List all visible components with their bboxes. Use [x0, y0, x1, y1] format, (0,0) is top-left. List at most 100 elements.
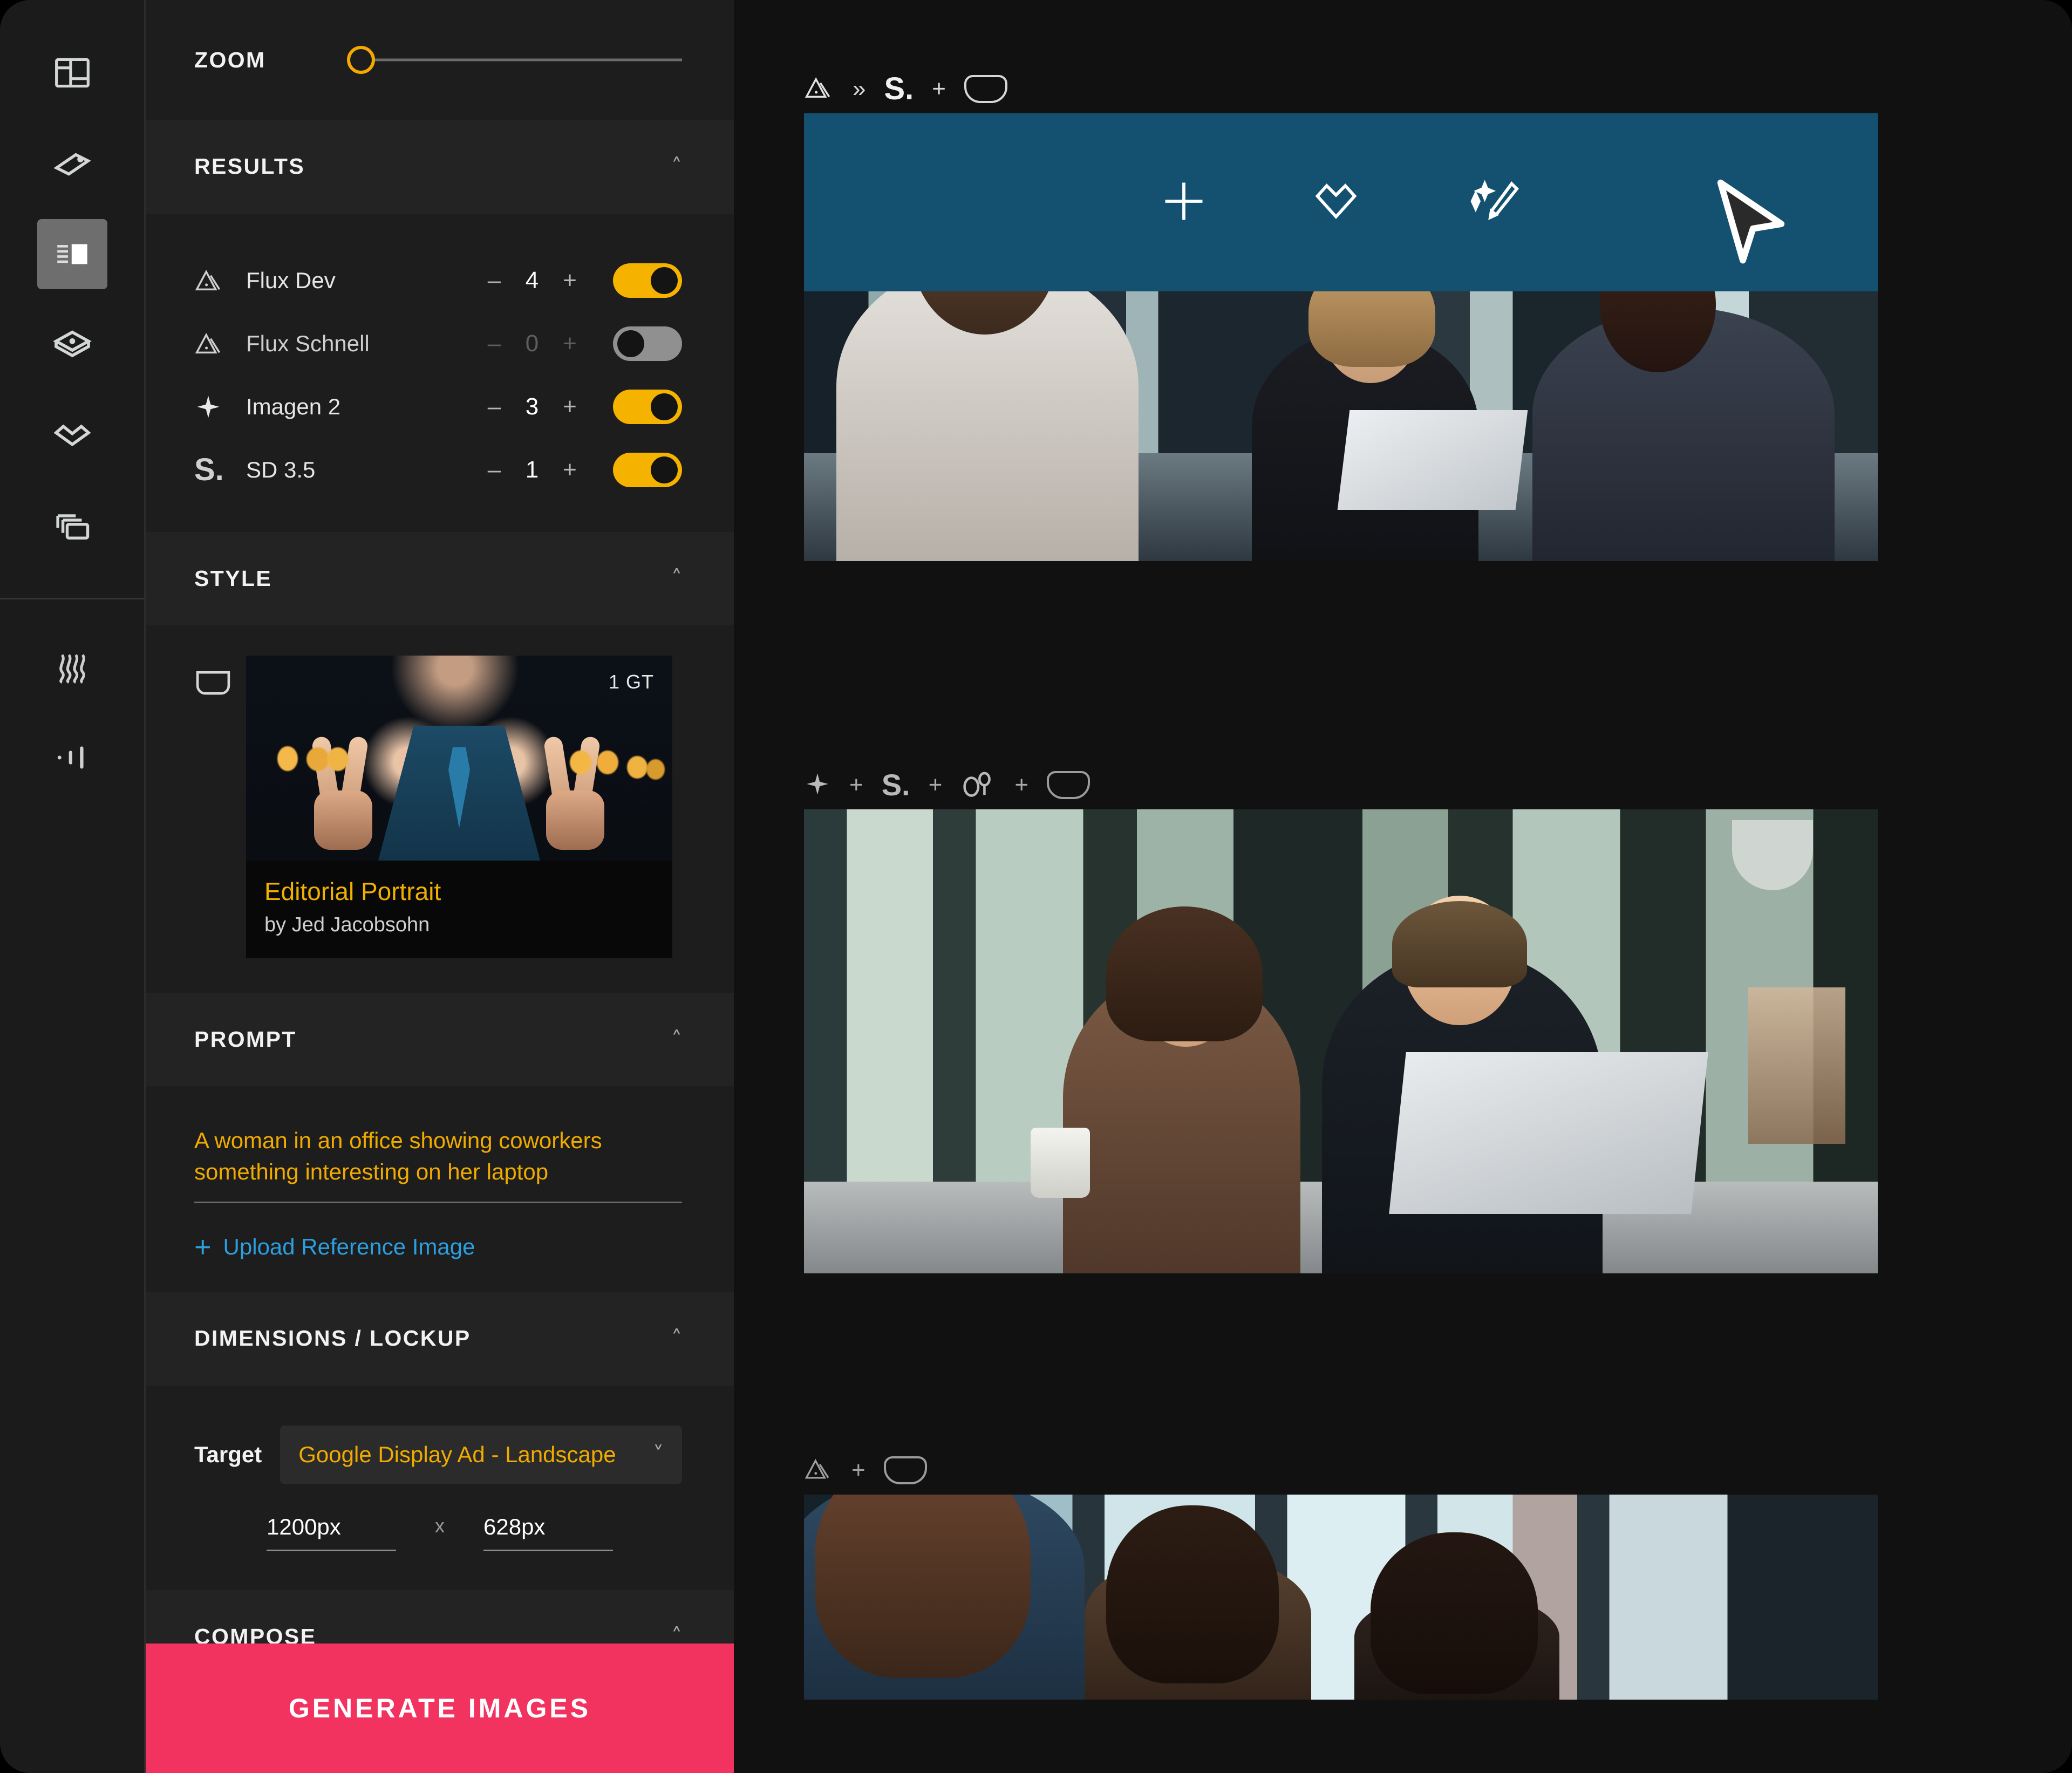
magic-wand-icon[interactable] [1463, 176, 1523, 229]
increment-button[interactable]: + [559, 456, 581, 483]
dimensions-body: Target Google Display Ad - Landscape ˅ 1… [146, 1386, 734, 1590]
chevrons-right-icon: » [853, 76, 866, 102]
chevron-down-icon: ˅ [653, 1442, 664, 1467]
zoom-label: ZOOM [194, 47, 266, 72]
increment-button[interactable]: + [559, 330, 581, 357]
lockup-icon[interactable] [194, 656, 246, 699]
prompt-section-header[interactable]: PROMPT ˄ [146, 992, 734, 1087]
sidebar-item-levels[interactable] [37, 722, 107, 793]
sidebar-item-waves[interactable] [37, 632, 107, 702]
result-name: Imagen 2 [246, 394, 341, 419]
waves-icon [52, 646, 93, 687]
result-row-flux-schnell[interactable]: Flux Schnell – 0 + [194, 312, 682, 376]
count-value: 0 [525, 330, 539, 357]
result-meta-row: + [804, 1446, 1878, 1495]
sidebar-item-assets[interactable] [37, 310, 107, 380]
count-stepper[interactable]: – 4 + [483, 267, 581, 294]
result-meta-row: + S. + + [804, 761, 1878, 809]
zoom-slider[interactable] [346, 44, 682, 76]
heart-icon[interactable] [1311, 176, 1361, 229]
count-stepper[interactable]: – 3 + [483, 393, 581, 420]
style-label: STYLE [194, 565, 272, 591]
dimensions-section-header[interactable]: DIMENSIONS / LOCKUP ˄ [146, 1292, 734, 1386]
dimension-separator: x [435, 1514, 445, 1537]
plus-icon: + [194, 1231, 212, 1264]
target-label: Target [194, 1441, 262, 1467]
op-icon [960, 769, 996, 802]
result-name: SD 3.5 [246, 457, 316, 482]
count-stepper[interactable]: – 1 + [483, 456, 581, 483]
panels-icon [52, 234, 92, 274]
style-section-header[interactable]: STYLE ˄ [146, 531, 734, 625]
decrement-button[interactable]: – [483, 267, 505, 294]
layout-icon [52, 53, 92, 93]
enable-toggle[interactable] [613, 453, 682, 487]
imagen-icon [804, 770, 831, 800]
enable-toggle[interactable] [613, 390, 682, 424]
zoom-slider-knob[interactable] [346, 46, 375, 74]
plus-icon[interactable] [1159, 176, 1209, 229]
count-stepper[interactable]: – 0 + [483, 330, 581, 357]
result-image-3[interactable] [804, 1495, 1878, 1700]
width-field[interactable]: 1200px [267, 1514, 396, 1551]
result-image-2[interactable] [804, 809, 1878, 1273]
plus-icon: + [851, 1457, 865, 1483]
enable-toggle[interactable] [613, 326, 682, 361]
results-section-header[interactable]: RESULTS ˄ [146, 120, 734, 214]
style-card-badge: 1 GT [608, 670, 654, 693]
results-label: RESULTS [194, 154, 305, 179]
style-card-title: Editorial Portrait [264, 877, 441, 905]
icon-rail [0, 0, 146, 1773]
result-image-1[interactable] [804, 113, 1878, 561]
sidebar-item-layers[interactable] [37, 491, 107, 561]
levels-icon [52, 737, 93, 778]
plus-icon: + [1014, 772, 1029, 798]
target-select[interactable]: Google Display Ad - Landscape ˅ [280, 1425, 682, 1484]
style-thumbnail: 1 GT [246, 655, 672, 861]
style-card[interactable]: 1 GT Editorial Portrait by Jed Jacobsohn [246, 655, 672, 958]
upload-reference-label: Upload Reference Image [223, 1234, 475, 1260]
increment-button[interactable]: + [559, 393, 581, 420]
count-value: 4 [525, 267, 539, 294]
style-card-author: by Jed Jacobsohn [264, 913, 430, 936]
enable-toggle[interactable] [613, 263, 682, 298]
flux-icon [804, 1455, 833, 1486]
target-value: Google Display Ad - Landscape [298, 1441, 616, 1467]
prompt-body: A woman in an office showing coworkers s… [146, 1086, 734, 1292]
flux-icon [194, 329, 246, 359]
sidebar-item-favorites[interactable] [37, 400, 107, 470]
generate-images-button[interactable]: GENERATE IMAGES [146, 1644, 734, 1773]
chevron-up-icon[interactable]: ˄ [671, 568, 682, 589]
sidebar-item-panels[interactable] [37, 219, 124, 289]
tag-icon [51, 142, 93, 185]
count-value: 1 [525, 456, 539, 483]
style-body: 1 GT Editorial Portrait by Jed Jacobsohn [146, 625, 734, 993]
height-field[interactable]: 628px [483, 1514, 613, 1551]
style-card-meta: Editorial Portrait by Jed Jacobsohn [246, 860, 672, 958]
chevron-up-icon[interactable]: ˄ [671, 1328, 682, 1349]
width-value: 1200px [267, 1513, 341, 1539]
imagen-icon [194, 393, 246, 421]
chevron-up-icon[interactable]: ˄ [671, 156, 682, 178]
plus-icon: + [928, 772, 943, 798]
result-row-imagen-2[interactable]: Imagen 2 – 3 + [194, 376, 682, 439]
results-list: Flux Dev – 4 + Flux Schnell – 0 + Imagen… [146, 214, 734, 532]
active-notch [107, 236, 124, 272]
result-row-flux-dev[interactable]: Flux Dev – 4 + [194, 249, 682, 312]
cube-icon [51, 323, 94, 366]
sidebar-item-layout[interactable] [37, 38, 107, 108]
sidebar-item-tag[interactable] [37, 128, 107, 199]
decrement-button[interactable]: – [483, 330, 505, 357]
rail-divider [0, 598, 145, 599]
upload-reference-image-button[interactable]: + Upload Reference Image [194, 1232, 682, 1261]
flux-icon [194, 265, 246, 296]
decrement-button[interactable]: – [483, 456, 505, 483]
chevron-up-icon[interactable]: ˄ [671, 1029, 682, 1051]
increment-button[interactable]: + [559, 267, 581, 294]
decrement-button[interactable]: – [483, 393, 505, 420]
result-row-sd-35[interactable]: S. SD 3.5 – 1 + [194, 439, 682, 502]
prompt-input[interactable]: A woman in an office showing coworkers s… [194, 1125, 682, 1204]
result-name: Flux Dev [246, 268, 336, 293]
result-block-3: + [804, 1446, 1878, 1700]
settings-panel: ZOOM RESULTS ˄ Flux Dev – 4 + Flux Schne… [146, 0, 734, 1773]
